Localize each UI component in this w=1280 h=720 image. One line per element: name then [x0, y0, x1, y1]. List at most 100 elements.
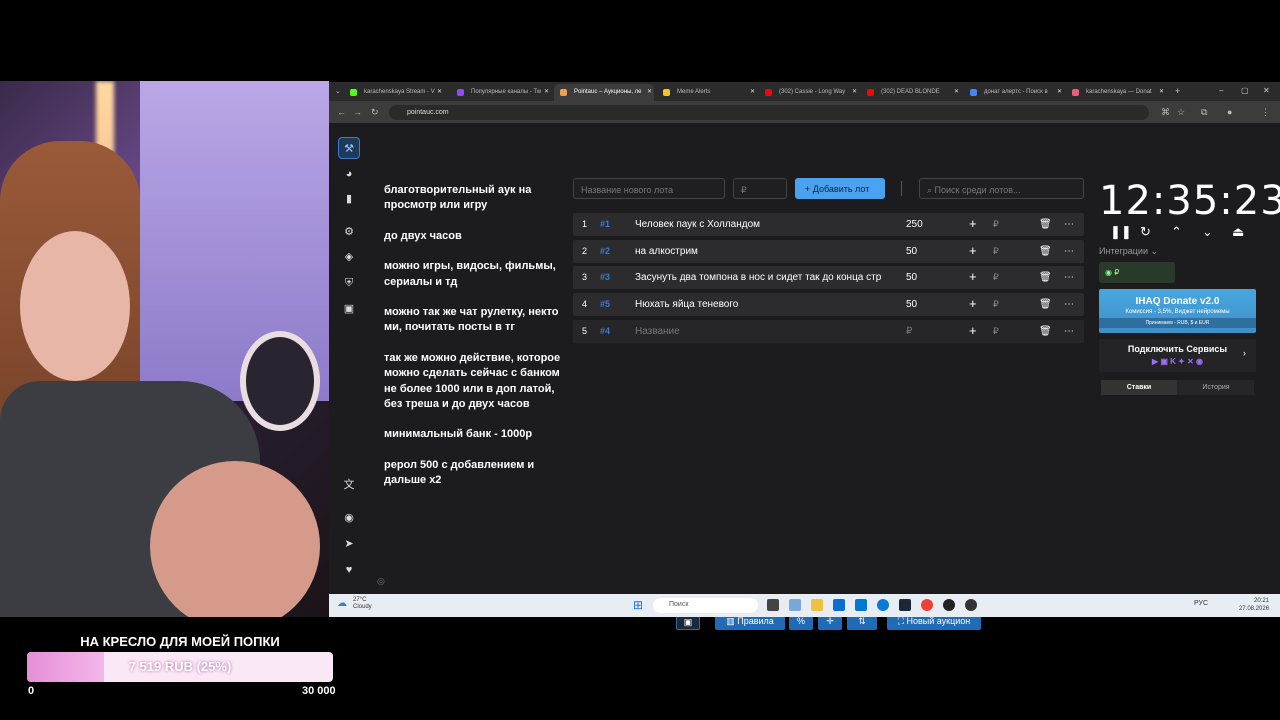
extensions-icon[interactable]: ⧉	[1201, 107, 1207, 118]
ruble-input-icon[interactable]: ₽	[993, 219, 999, 230]
browser-tab[interactable]: Pointauc – Аукционы, ле ✕	[554, 84, 654, 101]
layers-icon[interactable]: ◈	[338, 246, 360, 268]
store-icon[interactable]	[833, 599, 845, 611]
ihaq-donate-banner[interactable]: IHAQ Donate v2.0 Комиссия - 3,5%, Виджет…	[1099, 289, 1256, 333]
lot-name[interactable]: Нюхать яйца теневого	[635, 299, 893, 310]
delete-icon[interactable]: 🗑	[1039, 326, 1052, 337]
lot-amount-input[interactable]: ₽	[733, 178, 787, 199]
reload-icon[interactable]: ↻	[371, 107, 379, 118]
lot-amount[interactable]: 50	[906, 272, 917, 283]
delete-icon[interactable]: 🗑	[1039, 219, 1052, 230]
close-tab-icon[interactable]: ✕	[750, 88, 755, 95]
explorer-icon[interactable]	[811, 599, 823, 611]
lot-amount[interactable]: ₽	[906, 326, 912, 337]
ruble-input-icon[interactable]: ₽	[993, 299, 999, 310]
lot-name-input[interactable]: Название нового лота	[573, 178, 725, 199]
visibility-icon[interactable]: ◎	[377, 576, 385, 587]
lot-amount[interactable]: 250	[906, 219, 923, 230]
ruble-input-icon[interactable]: ₽	[993, 326, 999, 337]
browser-tab[interactable]: Meme Alerts ✕	[657, 84, 757, 101]
github-icon[interactable]: ◉	[338, 507, 360, 529]
more-icon[interactable]: ⋯	[1064, 326, 1074, 337]
browser-tab[interactable]: (302) Cassie - Long Way ✕	[759, 84, 859, 101]
url-field[interactable]: pointauc.com	[389, 105, 1149, 120]
browser-tab[interactable]: karachenskaya — Donat ✕	[1066, 84, 1166, 101]
tab-bets[interactable]: Ставки	[1101, 380, 1177, 395]
integrations-toggle[interactable]: Интеграции ⌄	[1099, 246, 1158, 257]
timer-top-icon[interactable]: ⏏	[1232, 224, 1244, 240]
timer-down-icon[interactable]: ⌄	[1202, 224, 1213, 240]
close-tab-icon[interactable]: ✕	[1159, 88, 1164, 95]
add-amount-icon[interactable]: +	[969, 323, 977, 338]
delete-icon[interactable]: 🗑	[1039, 299, 1052, 310]
edge-icon[interactable]	[877, 599, 889, 611]
bookmark-star-icon[interactable]: ☆	[1177, 107, 1185, 118]
pause-icon[interactable]: ❚❚	[1110, 224, 1132, 240]
settings-icon[interactable]: ⚙	[338, 221, 360, 243]
timer-up-icon[interactable]: ⌃	[1171, 224, 1182, 240]
add-amount-icon[interactable]: +	[969, 243, 977, 258]
new-tab-icon[interactable]: +	[1175, 86, 1180, 96]
minimize-icon[interactable]: –	[1219, 86, 1223, 95]
menu-icon[interactable]: ⋮	[1261, 107, 1270, 118]
task-view-icon[interactable]	[767, 599, 779, 611]
add-lot-button[interactable]: + Добавить лот	[795, 178, 885, 199]
close-tab-icon[interactable]: ✕	[437, 88, 442, 95]
delete-icon[interactable]: 🗑	[1039, 272, 1052, 283]
close-tab-icon[interactable]: ✕	[647, 88, 652, 95]
outlook-icon[interactable]	[855, 599, 867, 611]
profile-avatar[interactable]: ●	[1227, 107, 1232, 117]
start-icon[interactable]: ⊞	[633, 598, 643, 612]
close-tab-icon[interactable]: ✕	[1057, 88, 1062, 95]
lot-amount[interactable]: 50	[906, 246, 917, 257]
widgets-icon[interactable]	[789, 599, 801, 611]
stats-icon[interactable]: ▮	[338, 188, 360, 210]
more-icon[interactable]: ⋯	[1064, 299, 1074, 310]
browser-tab[interactable]: karachenskaya Stream - V ✕	[344, 84, 444, 101]
system-clock[interactable]: 20:21 27.08.2026	[1239, 597, 1269, 613]
taskbar-search[interactable]: Поиск	[653, 598, 758, 613]
forward-icon[interactable]: →	[353, 107, 362, 117]
media-icon[interactable]: ▣	[338, 298, 360, 320]
close-window-icon[interactable]: ✕	[1263, 86, 1270, 95]
add-amount-icon[interactable]: +	[969, 296, 977, 311]
ruble-input-icon[interactable]: ₽	[993, 246, 999, 257]
app-icon[interactable]	[965, 599, 977, 611]
chrome-icon[interactable]	[921, 599, 933, 611]
tab-history[interactable]: История	[1178, 380, 1254, 395]
lot-name[interactable]: Засунуть два томпона в нос и сидет так д…	[635, 272, 893, 283]
tab-list-icon[interactable]: ⌄	[335, 87, 341, 95]
integration-status[interactable]: ◉ ₽	[1099, 262, 1175, 283]
lot-amount[interactable]: 50	[906, 299, 917, 310]
browser-tab[interactable]: (302) DEAD BLONDE ✕	[861, 84, 961, 101]
obs-icon[interactable]	[943, 599, 955, 611]
lot-name[interactable]: Человек паук с Холландом	[635, 219, 893, 230]
more-icon[interactable]: ⋯	[1064, 219, 1074, 230]
language-indicator[interactable]: РУС	[1194, 600, 1208, 607]
wheel-icon[interactable]: ◕	[338, 163, 360, 185]
translate-icon[interactable]: 文	[338, 474, 360, 496]
donate-icon[interactable]: ♥	[338, 559, 360, 581]
connect-services-button[interactable]: Подключить Сервисы ▶ ▣ K ✦ ✕ ◉ ›	[1099, 339, 1256, 372]
add-amount-icon[interactable]: +	[969, 269, 977, 284]
browser-tab[interactable]: Популярные каналы - Tw ✕	[451, 84, 551, 101]
more-icon[interactable]: ⋯	[1064, 246, 1074, 257]
reset-timer-icon[interactable]: ↻	[1140, 224, 1151, 240]
close-tab-icon[interactable]: ✕	[544, 88, 549, 95]
telegram-icon[interactable]: ➤	[338, 533, 360, 555]
delete-icon[interactable]: 🗑	[1039, 246, 1052, 257]
auction-icon[interactable]: ⚒	[338, 137, 360, 159]
steam-icon[interactable]	[899, 599, 911, 611]
weather-widget[interactable]: 27°C Cloudy	[353, 597, 372, 611]
lot-name[interactable]: Название	[635, 326, 893, 337]
more-icon[interactable]: ⋯	[1064, 272, 1074, 283]
browser-tab[interactable]: донат алертс - Поиск в ✕	[964, 84, 1064, 101]
lot-search-input[interactable]: ⌕ Поиск среди лотов...	[919, 178, 1084, 199]
add-amount-icon[interactable]: +	[969, 216, 977, 231]
back-icon[interactable]: ←	[337, 107, 346, 117]
shield-icon[interactable]: ⛨	[338, 272, 360, 294]
maximize-icon[interactable]: ▢	[1241, 86, 1249, 95]
ruble-input-icon[interactable]: ₽	[993, 272, 999, 283]
close-tab-icon[interactable]: ✕	[954, 88, 959, 95]
lot-name[interactable]: на алкострим	[635, 246, 893, 257]
